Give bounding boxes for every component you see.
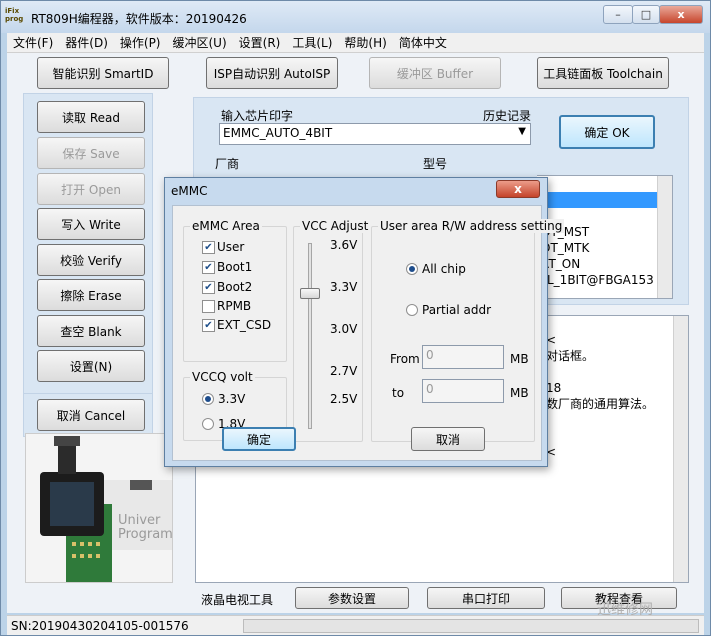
- list-item[interactable]: _L_1BIT@FBGA153: [537, 272, 672, 288]
- vcc-adjust-group: VCC Adjust 3.6V 3.3V 3.0V 2.7V 2.5V: [293, 219, 371, 442]
- log-text: < 对话框。 18 数厂商的通用算法。 <: [546, 333, 655, 459]
- read-button[interactable]: 读取 Read: [37, 101, 145, 133]
- verify-button[interactable]: 校验 Verify: [37, 244, 145, 276]
- list-item[interactable]: OT_MTK: [537, 240, 672, 256]
- ext-csd-checkbox[interactable]: ✔: [202, 319, 215, 332]
- open-button[interactable]: 打开 Open: [37, 173, 145, 205]
- chip-ok-button[interactable]: 确定 OK: [559, 115, 655, 149]
- progress-bar: [243, 619, 699, 633]
- emmc-dialog: eMMC x eMMC Area ✔ User ✔ Boot1 ✔ Boot2 …: [164, 177, 565, 467]
- vcc-tick: 3.6V: [330, 238, 358, 252]
- history-label: 历史记录: [483, 109, 532, 123]
- serial-print-button[interactable]: 串口打印: [427, 587, 545, 609]
- dropdown-arrow-icon[interactable]: ▼: [518, 126, 526, 137]
- title-bar: iFix prog RT809H编程器，软件版本：20190426 – □ x: [1, 1, 710, 33]
- vccq-1v8-radio[interactable]: [202, 418, 214, 430]
- vcc-adjust-title: VCC Adjust: [300, 219, 371, 233]
- vccq-3v3-radio[interactable]: [202, 393, 214, 405]
- cancel-button[interactable]: 取消 Cancel: [37, 399, 145, 431]
- model-header: 型号: [423, 157, 448, 171]
- log-scrollbar[interactable]: [673, 316, 688, 582]
- chip-input-label: 输入芯片印字: [221, 109, 294, 123]
- dialog-cancel-button[interactable]: 取消: [411, 427, 485, 451]
- vendor-header: 厂商: [215, 157, 240, 171]
- socket-adapter-icon: [40, 436, 172, 582]
- lcd-tools-label: 液晶电视工具: [201, 593, 274, 607]
- to-label: to: [392, 386, 405, 400]
- dialog-title: eMMC: [171, 184, 208, 198]
- menu-operation[interactable]: 操作(P): [114, 33, 167, 53]
- boot2-label: Boot2: [217, 280, 253, 294]
- vcc-tick: 2.7V: [330, 364, 358, 378]
- menu-bar: 文件(F) 器件(D) 操作(P) 缓冲区(U) 设置(R) 工具(L) 帮助(H) 简体中文: [7, 33, 704, 53]
- main-window: iFix prog RT809H编程器，软件版本：20190426 – □ x …: [0, 0, 711, 636]
- toolchain-button[interactable]: 工具链面板 Toolchain: [537, 57, 669, 89]
- all-chip-label: All chip: [422, 262, 466, 276]
- menu-buffer[interactable]: 缓冲区(U): [167, 33, 233, 53]
- dialog-body: eMMC Area ✔ User ✔ Boot1 ✔ Boot2 RPMB ✔ …: [172, 205, 565, 461]
- emmc-area-group: eMMC Area ✔ User ✔ Boot1 ✔ Boot2 RPMB ✔ …: [183, 219, 287, 362]
- ext-csd-label: EXT_CSD: [217, 318, 272, 332]
- menu-tools[interactable]: 工具(L): [286, 33, 338, 53]
- list-item-selected[interactable]: [537, 192, 672, 208]
- settings-button[interactable]: 设置(N): [37, 350, 145, 382]
- smartid-button[interactable]: 智能识别 SmartID: [37, 57, 169, 89]
- list-item[interactable]: [537, 176, 672, 192]
- all-chip-radio[interactable]: [406, 263, 418, 275]
- menu-language[interactable]: 简体中文: [393, 33, 453, 53]
- param-settings-button[interactable]: 参数设置: [295, 587, 409, 609]
- boot2-checkbox[interactable]: ✔: [202, 281, 215, 294]
- from-unit: MB: [510, 352, 529, 366]
- partial-addr-radio[interactable]: [406, 304, 418, 316]
- rw-address-group: User area R/W address setting All chip P…: [371, 219, 565, 442]
- boot1-checkbox[interactable]: ✔: [202, 261, 215, 274]
- vccq-3v3-label: 3.3V: [218, 392, 246, 406]
- programmer-label: Univer Program: [118, 513, 173, 542]
- to-input[interactable]: 0: [422, 379, 504, 403]
- maximize-button[interactable]: □: [632, 5, 660, 24]
- status-bar: SN:20190430204105-001576: [7, 615, 704, 635]
- minimize-button[interactable]: –: [603, 5, 633, 24]
- to-unit: MB: [510, 386, 529, 400]
- model-list[interactable]: OT_MST OT_MTK RT_ON _L_1BIT@FBGA153: [537, 175, 673, 299]
- save-button[interactable]: 保存 Save: [37, 137, 145, 169]
- vcc-tick: 3.3V: [330, 280, 358, 294]
- window-title: RT809H编程器，软件版本：20190426: [31, 12, 247, 26]
- rw-address-title: User area R/W address setting: [378, 219, 565, 233]
- programmer-image: Univer Program: [25, 433, 173, 583]
- chip-name-combobox[interactable]: EMMC_AUTO_4BIT ▼: [219, 123, 531, 145]
- vcc-tick: 2.5V: [330, 392, 358, 406]
- buffer-button[interactable]: 缓冲区 Buffer: [369, 57, 501, 89]
- blank-button[interactable]: 查空 Blank: [37, 315, 145, 347]
- from-label: From: [390, 352, 420, 366]
- dialog-close-button[interactable]: x: [496, 180, 540, 198]
- vccq-title: VCCQ volt: [190, 370, 255, 384]
- vcc-slider-track[interactable]: [308, 243, 312, 429]
- menu-help[interactable]: 帮助(H): [338, 33, 392, 53]
- user-checkbox[interactable]: ✔: [202, 241, 215, 254]
- rpmb-label: RPMB: [217, 299, 252, 313]
- boot1-label: Boot1: [217, 260, 253, 274]
- from-input[interactable]: 0: [422, 345, 504, 369]
- emmc-area-title: eMMC Area: [190, 219, 262, 233]
- rpmb-checkbox[interactable]: [202, 300, 215, 313]
- erase-button[interactable]: 擦除 Erase: [37, 279, 145, 311]
- vcc-slider-thumb[interactable]: [300, 288, 320, 299]
- list-item[interactable]: RT_ON: [537, 256, 672, 272]
- user-label: User: [217, 240, 245, 254]
- dialog-ok-button[interactable]: 确定: [222, 427, 296, 451]
- autoisp-button[interactable]: ISP自动识别 AutoISP: [206, 57, 338, 89]
- menu-settings[interactable]: 设置(R): [233, 33, 287, 53]
- vcc-tick: 3.0V: [330, 322, 358, 336]
- partial-addr-label: Partial addr: [422, 303, 492, 317]
- write-button[interactable]: 写入 Write: [37, 208, 145, 240]
- close-button[interactable]: x: [659, 5, 703, 24]
- model-list-scrollbar[interactable]: [657, 176, 672, 298]
- serial-number: SN:20190430204105-001576: [11, 619, 189, 633]
- app-logo: iFix prog: [5, 7, 24, 23]
- menu-file[interactable]: 文件(F): [7, 33, 59, 53]
- chip-name-value: EMMC_AUTO_4BIT: [223, 126, 333, 140]
- menu-device[interactable]: 器件(D): [59, 33, 114, 53]
